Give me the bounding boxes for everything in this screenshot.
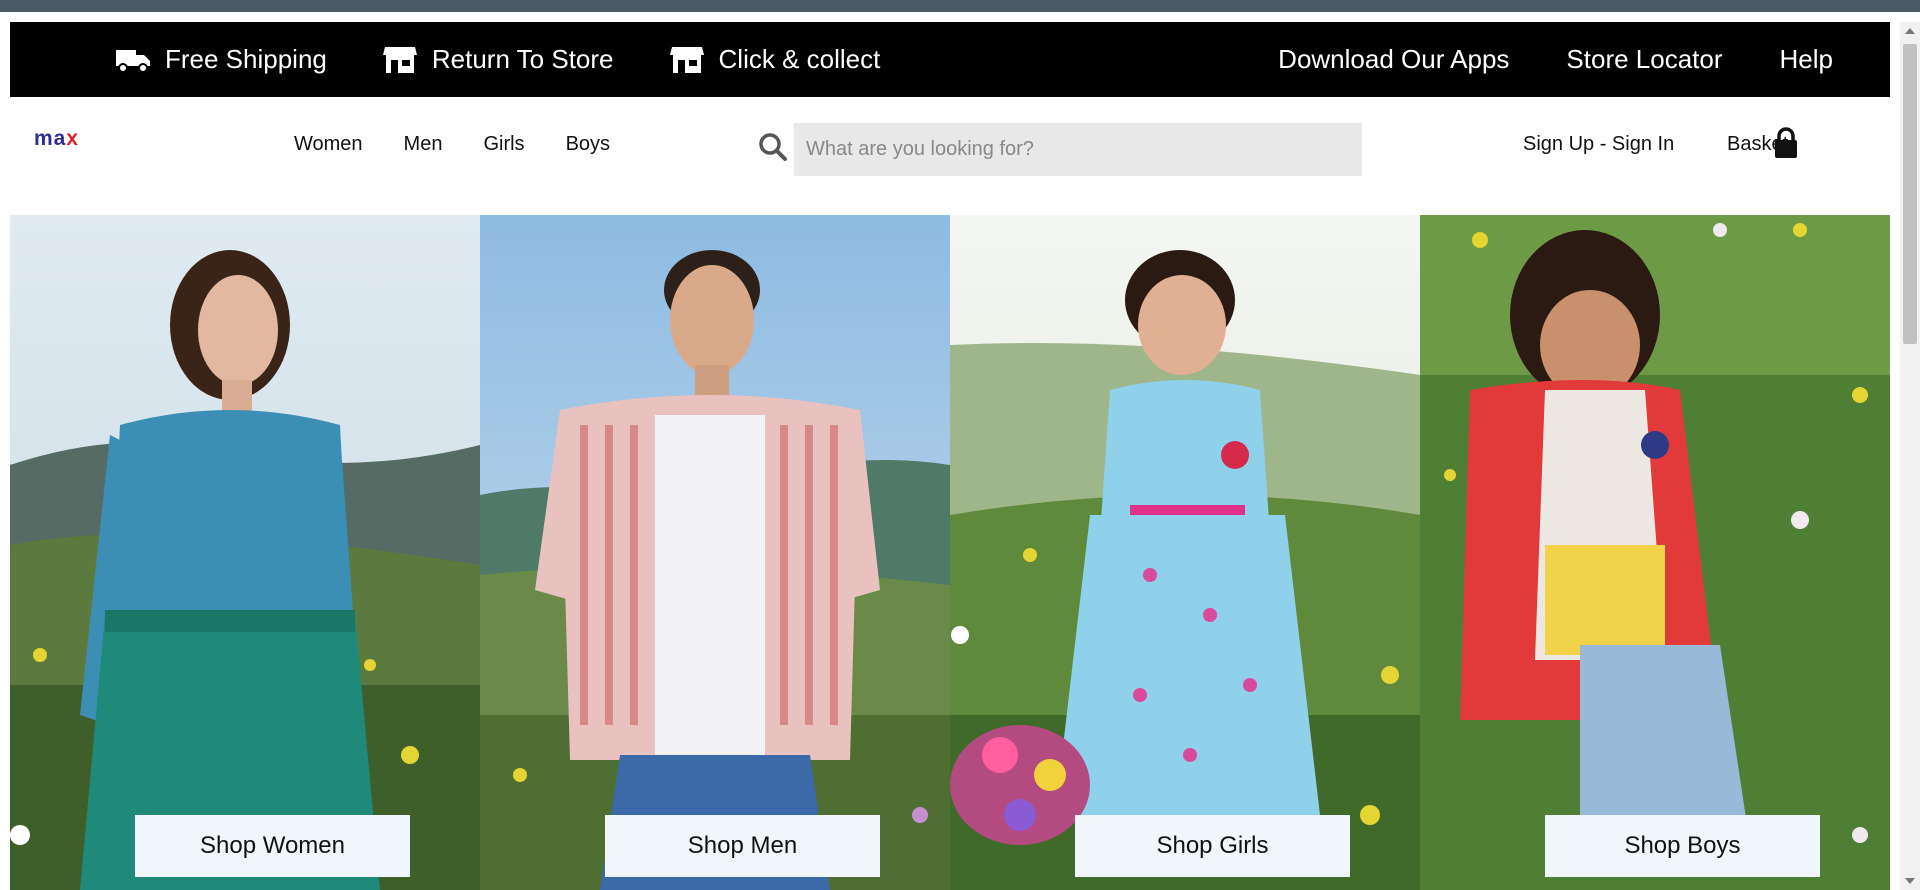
download-apps-link[interactable]: Download Our Apps <box>1278 44 1509 75</box>
shop-boys-button[interactable]: Shop Boys <box>1545 815 1820 877</box>
hero-tile-girls[interactable]: Shop Girls <box>950 215 1420 890</box>
search-icon[interactable] <box>757 131 789 163</box>
girls-photo <box>950 215 1420 890</box>
nav-item-men[interactable]: Men <box>404 133 443 156</box>
truck-icon <box>116 49 150 73</box>
nav-item-boys[interactable]: Boys <box>566 133 610 156</box>
promo-click-collect[interactable]: Click & collect <box>669 44 881 75</box>
top-promo-bar: Free Shipping Return To Store Click & co… <box>10 22 1890 97</box>
nav-item-women[interactable]: Women <box>294 133 363 156</box>
promo-return-to-store[interactable]: Return To Store <box>382 44 614 75</box>
page: Free Shipping Return To Store Click & co… <box>10 22 1890 890</box>
scroll-thumb[interactable] <box>1903 44 1917 344</box>
browser-chrome-strip <box>0 0 1920 12</box>
boys-photo <box>1420 215 1890 890</box>
store-icon <box>669 46 704 73</box>
utility-links: Download Our Apps Store Locator Help <box>1221 22 1833 97</box>
lock-icon[interactable] <box>1773 127 1799 159</box>
promo-label: Free Shipping <box>165 44 327 74</box>
page-scrollbar[interactable] <box>1900 22 1920 890</box>
search-input[interactable] <box>794 123 1362 176</box>
men-photo <box>480 215 950 890</box>
max-logo[interactable]: max <box>34 127 79 151</box>
category-menu: Women Men Girls Boys <box>294 133 651 156</box>
logo-part-2: x <box>66 127 80 150</box>
promo-list: Free Shipping Return To Store Click & co… <box>115 22 935 97</box>
women-photo <box>10 215 480 890</box>
hero-tile-boys[interactable]: Shop Boys <box>1420 215 1890 890</box>
promo-label: Click & collect <box>718 44 881 74</box>
promo-free-shipping[interactable]: Free Shipping <box>115 44 327 75</box>
shop-girls-button[interactable]: Shop Girls <box>1075 815 1350 877</box>
logo-part-1: ma <box>34 127 67 150</box>
shop-men-button[interactable]: Shop Men <box>605 815 880 877</box>
hero-banner: Shop Women Shop Men Shop Girls Shop Boys <box>10 215 1890 890</box>
sign-in-link[interactable]: Sign Up - Sign In <box>1523 133 1674 156</box>
shop-women-button[interactable]: Shop Women <box>135 815 410 877</box>
hero-tile-men[interactable]: Shop Men <box>480 215 950 890</box>
store-icon <box>382 46 417 73</box>
store-locator-link[interactable]: Store Locator <box>1566 44 1722 75</box>
hero-tile-women[interactable]: Shop Women <box>10 215 480 890</box>
main-nav: max Women Men Girls Boys Sign Up - Sign … <box>10 97 1890 215</box>
scroll-down-arrow-icon[interactable] <box>1905 878 1915 884</box>
scroll-up-arrow-icon[interactable] <box>1905 28 1915 34</box>
help-link[interactable]: Help <box>1780 44 1833 75</box>
nav-item-girls[interactable]: Girls <box>483 133 524 156</box>
promo-label: Return To Store <box>431 44 614 74</box>
